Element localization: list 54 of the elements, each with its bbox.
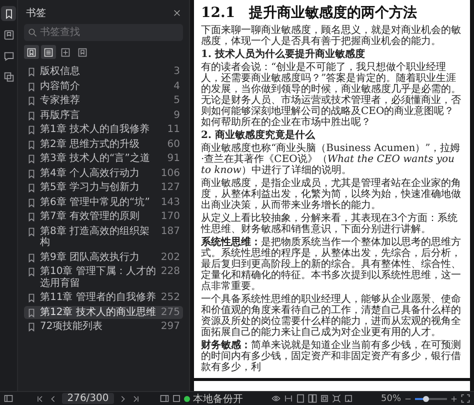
- first-page-icon[interactable]: [36, 394, 44, 402]
- bookmark-item[interactable]: 专家推荐 5: [24, 94, 183, 108]
- paragraph: 下面来聊一聊商业敏感度，顾名思义，就是对商业机会的敏感度，体现一个人是否具有善于把握商业机会的能力。: [201, 25, 462, 47]
- bookmark-item[interactable]: 72项技能列表 297: [24, 320, 183, 334]
- search-icon: [28, 28, 37, 37]
- bookmark-item[interactable]: 第1章 技术人的自我修养 11: [24, 123, 183, 136]
- single-page-icon[interactable]: [296, 394, 305, 403]
- panel-title: 书签: [26, 6, 46, 20]
- bookmark-item[interactable]: 第5章 学习力与创新力 127: [24, 181, 183, 194]
- section-title: 12.1 提升商业敏感度的两个方法: [201, 5, 418, 22]
- bookmark-item[interactable]: 内容简介 4: [24, 80, 183, 93]
- bookmark-item[interactable]: 第9章 团队高效执行力 202: [24, 250, 183, 264]
- section-heading: 1. 技术人员为什么要提升商业敏感度: [201, 49, 366, 60]
- plus-icon[interactable]: [450, 394, 458, 402]
- toolbar-button[interactable]: [41, 45, 56, 59]
- paragraph: 从定义上看比较抽象，分解来看，其表现在3个方面：系统性思维、财务敏感和销售意识，下面分别进行讲解。: [201, 213, 458, 235]
- paragraph: 有的读者会说：“创业是不可能了，我只想做个职业经理人，还需要商业敏感度吗？”答案是肯定的。随着职业生涯的发展，当你做到领导的时候，商业敏感度几乎是必需的。无论是财务人员、市场运营或技术管理者，必须懂商业，否则如何能够深刻地理解公司的战略及CEO的商业意图呢？如何帮助所在的企业在市场中胜出呢？: [201, 62, 462, 128]
- bookmark-item[interactable]: 第4章 个人高效行动力 106: [24, 166, 183, 180]
- square-icon[interactable]: [172, 394, 181, 403]
- paragraph: 商业敏感度，是指企业成员，尤其是管理者站在企业家的角度，从整体利益出发，化繁为简，以终为始，快速准确地做出商业决策，从而带来业务增长的能力。: [201, 178, 462, 211]
- bookmark-item[interactable]: 版权信息 3: [24, 65, 183, 78]
- bookmark-item[interactable]: 再版序言 9: [24, 108, 183, 122]
- previous-page-icon[interactable]: [49, 394, 57, 402]
- list-icon: [44, 48, 53, 56]
- fit-width-icon[interactable]: [284, 394, 293, 403]
- zoom-value[interactable]: 50%: [381, 394, 402, 404]
- next-page-icon[interactable]: [119, 394, 127, 402]
- paragraph: 系统性思维：是把物质系统当作一个整体加以思考的思维方式。系统性思维的程序是，从整体出发，先综合，后分析，最后复归到更高阶段上的新的综合。具有整体性、综合性、定量化和精确化的特征。本书多次提到以系统性思维，这一点非常重要。: [201, 237, 462, 292]
- eye-icon[interactable]: [271, 394, 281, 403]
- fit-page-icon[interactable]: [320, 394, 329, 403]
- bookmark-item[interactable]: 第11章 管理者的自我修养 252: [24, 291, 183, 304]
- bookmark-item[interactable]: 第8章 打造高效的组织架构 187: [24, 224, 183, 250]
- bookmark-item[interactable]: 第3章 技术人的“言”之道 91: [24, 152, 183, 166]
- bookmark-item[interactable]: 第10章 管理下属：人才的选用育留 228: [24, 265, 183, 290]
- bookmark-item[interactable]: 第7章 有效管理的原则 170: [24, 210, 183, 224]
- two-page-icon[interactable]: [308, 394, 317, 403]
- page-number-field[interactable]: 276/300: [62, 393, 114, 404]
- section-heading: 2. 商业敏感度究竟是什么: [201, 130, 316, 141]
- sidebar-toggle-icon[interactable]: [4, 394, 13, 403]
- panel-icon[interactable]: [160, 394, 169, 403]
- toolbar-button[interactable]: [24, 45, 39, 59]
- fullscreen-icon[interactable]: [461, 394, 470, 403]
- bookmark-item[interactable]: 第12章 技术人的商业思维 275: [24, 306, 183, 319]
- last-page-icon[interactable]: [132, 394, 140, 402]
- expand-icon: [61, 48, 70, 56]
- bookmark-item[interactable]: 第2章 思维方式的升级 60: [24, 138, 183, 151]
- bookmark-box-icon: [78, 48, 87, 56]
- backup-toggle[interactable]: 本地备份开: [184, 392, 243, 405]
- close-icon[interactable]: [173, 9, 181, 17]
- paragraph: 财务敏感：简单来说就是知道企业当前有多少钱，在可预测的时间内有多少钱，固定资产和非固定资产有多少，银行借款有多少，利: [201, 340, 462, 373]
- paragraph: 商业敏感度也称“商业头脑（Business Acumen）”，拉姆·查兰在其著作《CEO说》（What the CEO wants you to know）中进行了详细的说明。: [201, 143, 462, 176]
- search-field[interactable]: 书签查找: [24, 24, 183, 41]
- paragraph: 一个具备系统性思维的职业经理人，能够从企业愿景、使命和价值观的角度来看待自己的工作，清楚自己具备什么样的资源及所处的岗位需要什么样的能力，进而从宏观的视角全面拓展自己的能力来让自己成为对企业更有用的人才。: [201, 294, 462, 338]
- bookmark-item[interactable]: 第6章 管理中常见的“坑” 143: [24, 196, 183, 209]
